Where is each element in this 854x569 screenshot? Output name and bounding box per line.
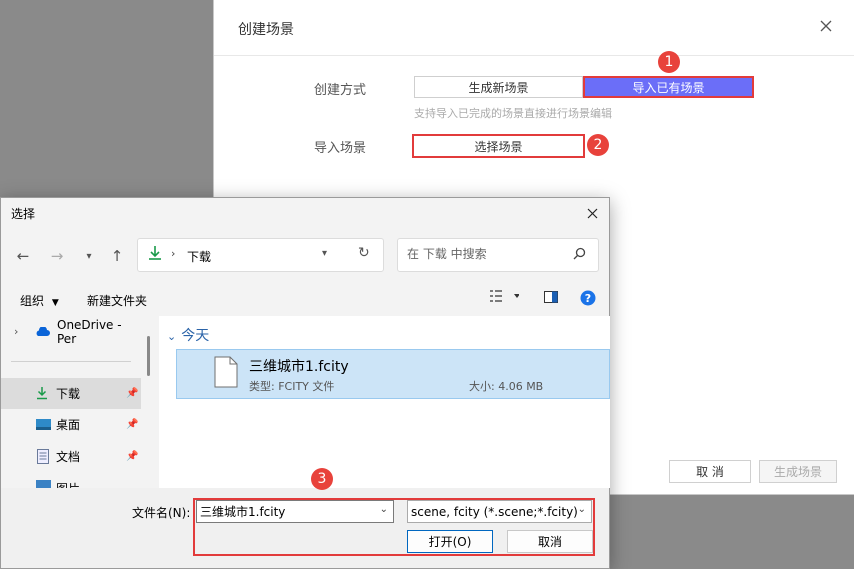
pin-icon: 📌: [126, 388, 139, 399]
file-icon: [214, 356, 238, 391]
create-method-label: 创建方式: [314, 83, 367, 98]
search-box[interactable]: [397, 238, 599, 272]
nav-label: OneDrive - Per: [57, 317, 122, 346]
group-header-label: 今天: [181, 328, 210, 344]
pin-icon: 📌: [126, 419, 139, 430]
collapse-chevron-icon: ⌄: [167, 330, 177, 343]
chevron-down-icon[interactable]: ⌄: [380, 504, 388, 515]
chevron-down-icon: ▼: [51, 298, 59, 308]
picture-icon: [36, 480, 51, 488]
nav-item-documents[interactable]: 文档 📌: [1, 441, 141, 472]
back-arrow-icon[interactable]: ←: [12, 245, 34, 267]
up-arrow-icon[interactable]: ↑: [106, 245, 128, 267]
nav-label: 下载: [56, 387, 81, 401]
document-icon: [37, 449, 49, 467]
expand-chevron-icon[interactable]: ›: [14, 325, 18, 338]
organize-menu[interactable]: 组织 ▼: [20, 292, 59, 309]
generate-scene-button[interactable]: 生成场景: [759, 460, 837, 483]
file-dialog-title: 选择: [11, 207, 36, 221]
forward-arrow-icon[interactable]: →: [46, 245, 68, 267]
breadcrumb-chevron-icon: ›: [171, 247, 176, 260]
step-badge-1: 1: [658, 51, 680, 73]
chevron-down-icon: ⌄: [577, 504, 586, 515]
import-scene-label: 导入场景: [314, 141, 367, 156]
choose-scene-button[interactable]: 选择场景: [412, 134, 585, 158]
open-button[interactable]: 打开(O): [407, 530, 493, 553]
file-size: 大小: 4.06 MB: [469, 380, 544, 393]
address-dropdown-icon[interactable]: ▾: [322, 248, 327, 259]
tab-generate-new[interactable]: 生成新场景: [414, 76, 583, 98]
file-type: 类型: FCITY 文件: [249, 380, 335, 393]
file-list: ⌄ 今天 三维城市1.fcity 类型: FCITY 文件 大小: 4.06 MB: [159, 316, 610, 488]
step-badge-2: 2: [587, 134, 609, 156]
header-divider: [214, 55, 854, 56]
refresh-icon[interactable]: ↻: [358, 245, 370, 261]
group-header-today[interactable]: ⌄ 今天: [167, 325, 209, 345]
file-name: 三维城市1.fcity: [249, 359, 349, 375]
filter-value: scene, fcity (*.scene;*.fcity): [411, 504, 578, 519]
step-badge-3: 3: [311, 468, 333, 490]
nav-item-desktop[interactable]: 桌面 📌: [1, 409, 141, 440]
desktop-icon: [36, 419, 51, 433]
create-method-toggle: 生成新场景 导入已有场景: [414, 76, 754, 98]
organize-label: 组织: [20, 294, 45, 308]
file-dialog-footer: 文件名(N): 三维城市1.fcity ⌄ scene, fcity (*.sc…: [1, 488, 609, 568]
address-bar[interactable]: › 下载 ▾ ↻: [137, 238, 384, 272]
file-item[interactable]: 三维城市1.fcity 类型: FCITY 文件 大小: 4.06 MB: [176, 349, 610, 399]
nav-item-downloads[interactable]: 下载 📌: [1, 378, 141, 409]
pin-icon: 📌: [126, 451, 139, 462]
tab-import-existing[interactable]: 导入已有场景: [583, 76, 754, 98]
download-icon: [148, 245, 162, 264]
nav-label: 图片: [56, 480, 80, 488]
close-icon[interactable]: [581, 202, 603, 224]
nav-item-pictures[interactable]: 图片: [1, 473, 141, 488]
nav-label: 文档: [56, 450, 81, 464]
view-options-icon[interactable]: [489, 289, 520, 306]
help-icon[interactable]: ?: [580, 290, 596, 309]
navigation-pane: › OneDrive - Per 下载 📌 桌面 📌 文档 📌: [1, 316, 141, 488]
import-hint: 支持导入已完成的场景直接进行场景编辑: [414, 107, 612, 120]
new-folder-button[interactable]: 新建文件夹: [87, 292, 147, 309]
filename-input[interactable]: 三维城市1.fcity ⌄: [196, 500, 394, 523]
svg-text:?: ?: [585, 292, 591, 305]
search-input[interactable]: [407, 247, 567, 261]
cancel-button[interactable]: 取消: [507, 530, 593, 553]
search-icon: [573, 247, 586, 263]
filename-value: 三维城市1.fcity: [200, 505, 286, 519]
download-icon: [36, 386, 48, 403]
file-open-dialog: 选择 ← → ▾ ↑ › 下载 ▾ ↻ 组织 ▼ 新建文件夹 ? ›: [0, 197, 610, 569]
cancel-button[interactable]: 取 消: [669, 460, 751, 483]
nav-divider: [11, 361, 131, 362]
recent-chevron-icon[interactable]: ▾: [78, 245, 100, 267]
nav-label: 桌面: [56, 418, 81, 432]
cloud-icon: [34, 326, 50, 340]
filename-label: 文件名(N):: [132, 506, 191, 520]
preview-pane-icon[interactable]: [544, 291, 558, 306]
nav-item-onedrive[interactable]: › OneDrive - Per: [1, 316, 141, 347]
nav-scrollbar[interactable]: [147, 336, 150, 376]
close-icon[interactable]: [814, 14, 838, 38]
address-text: 下载: [187, 250, 212, 264]
file-type-filter[interactable]: scene, fcity (*.scene;*.fcity) ⌄: [407, 500, 592, 523]
dialog-title: 创建场景: [238, 22, 294, 38]
